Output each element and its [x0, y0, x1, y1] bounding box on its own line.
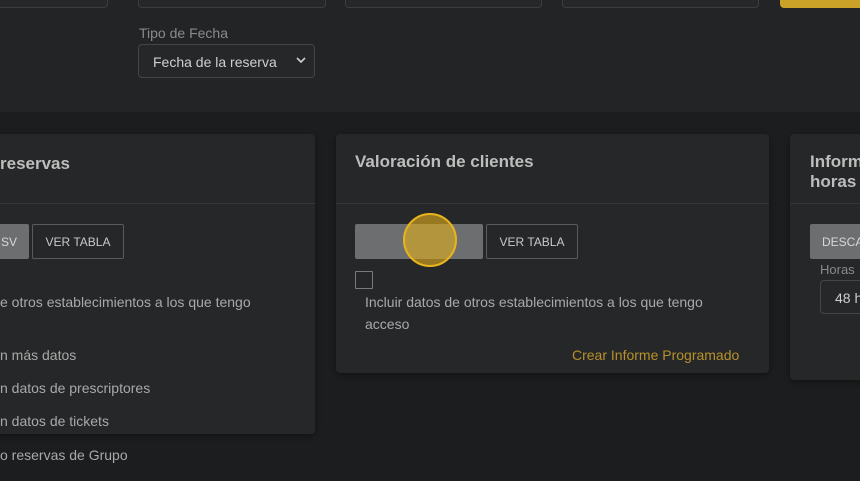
hours-label: Horas — [820, 262, 855, 277]
filter-panel: Tipo de Fecha Fecha de la reserva — [0, 0, 860, 112]
schedule-report-link[interactable]: Crear Informe Programado — [572, 347, 739, 363]
include-other-text-1: Incluir datos de otros establecimientos … — [365, 294, 703, 310]
date-type-select[interactable]: Fecha de la reserva — [138, 44, 315, 78]
card-valoracion-title: Valoración de clientes — [355, 152, 534, 171]
card-divider — [0, 203, 315, 204]
apply-filter-button[interactable] — [780, 0, 860, 8]
download-button[interactable]: DESCA — [810, 224, 860, 259]
download-csv-button[interactable]: SV — [0, 224, 29, 259]
card-divider — [336, 203, 769, 204]
card-divider — [790, 203, 860, 204]
card-valoracion: Valoración de clientes VER TABLA Incluir… — [336, 134, 769, 373]
filter-input-3[interactable] — [345, 0, 542, 8]
option-prescriptors: n datos de prescriptores — [0, 380, 151, 396]
include-other-text-2: acceso — [365, 316, 410, 332]
option-tickets: n datos de tickets — [0, 413, 109, 429]
date-type-label: Tipo de Fecha — [139, 25, 228, 41]
hours-value: 48 h — [835, 290, 860, 306]
filter-input-1[interactable] — [0, 0, 108, 8]
cursor-highlight — [403, 213, 457, 267]
chevron-down-icon — [296, 57, 306, 64]
hours-select[interactable]: 48 h — [820, 280, 860, 314]
date-type-value: Fecha de la reserva — [153, 54, 277, 70]
card-horas-title-2: horas — [810, 172, 857, 191]
option-group-reservations: o reservas de Grupo — [0, 447, 128, 463]
filter-input-4[interactable] — [562, 0, 759, 8]
card-horas: Inform horas DESCA Horas — [790, 134, 860, 380]
card-horas-title-1: Inform — [810, 152, 860, 171]
option-more-data: n más datos — [0, 347, 77, 363]
view-table-button[interactable]: VER TABLA — [32, 224, 124, 259]
view-table-button[interactable]: VER TABLA — [486, 224, 578, 259]
filter-input-2[interactable] — [138, 0, 326, 8]
include-other-text: e otros establecimientos a los que tengo — [0, 294, 251, 310]
card-reservas-title: reservas — [0, 154, 70, 173]
include-other-checkbox[interactable] — [355, 271, 373, 289]
card-reservas: reservas SV VER TABLA e otros establecim… — [0, 134, 315, 434]
